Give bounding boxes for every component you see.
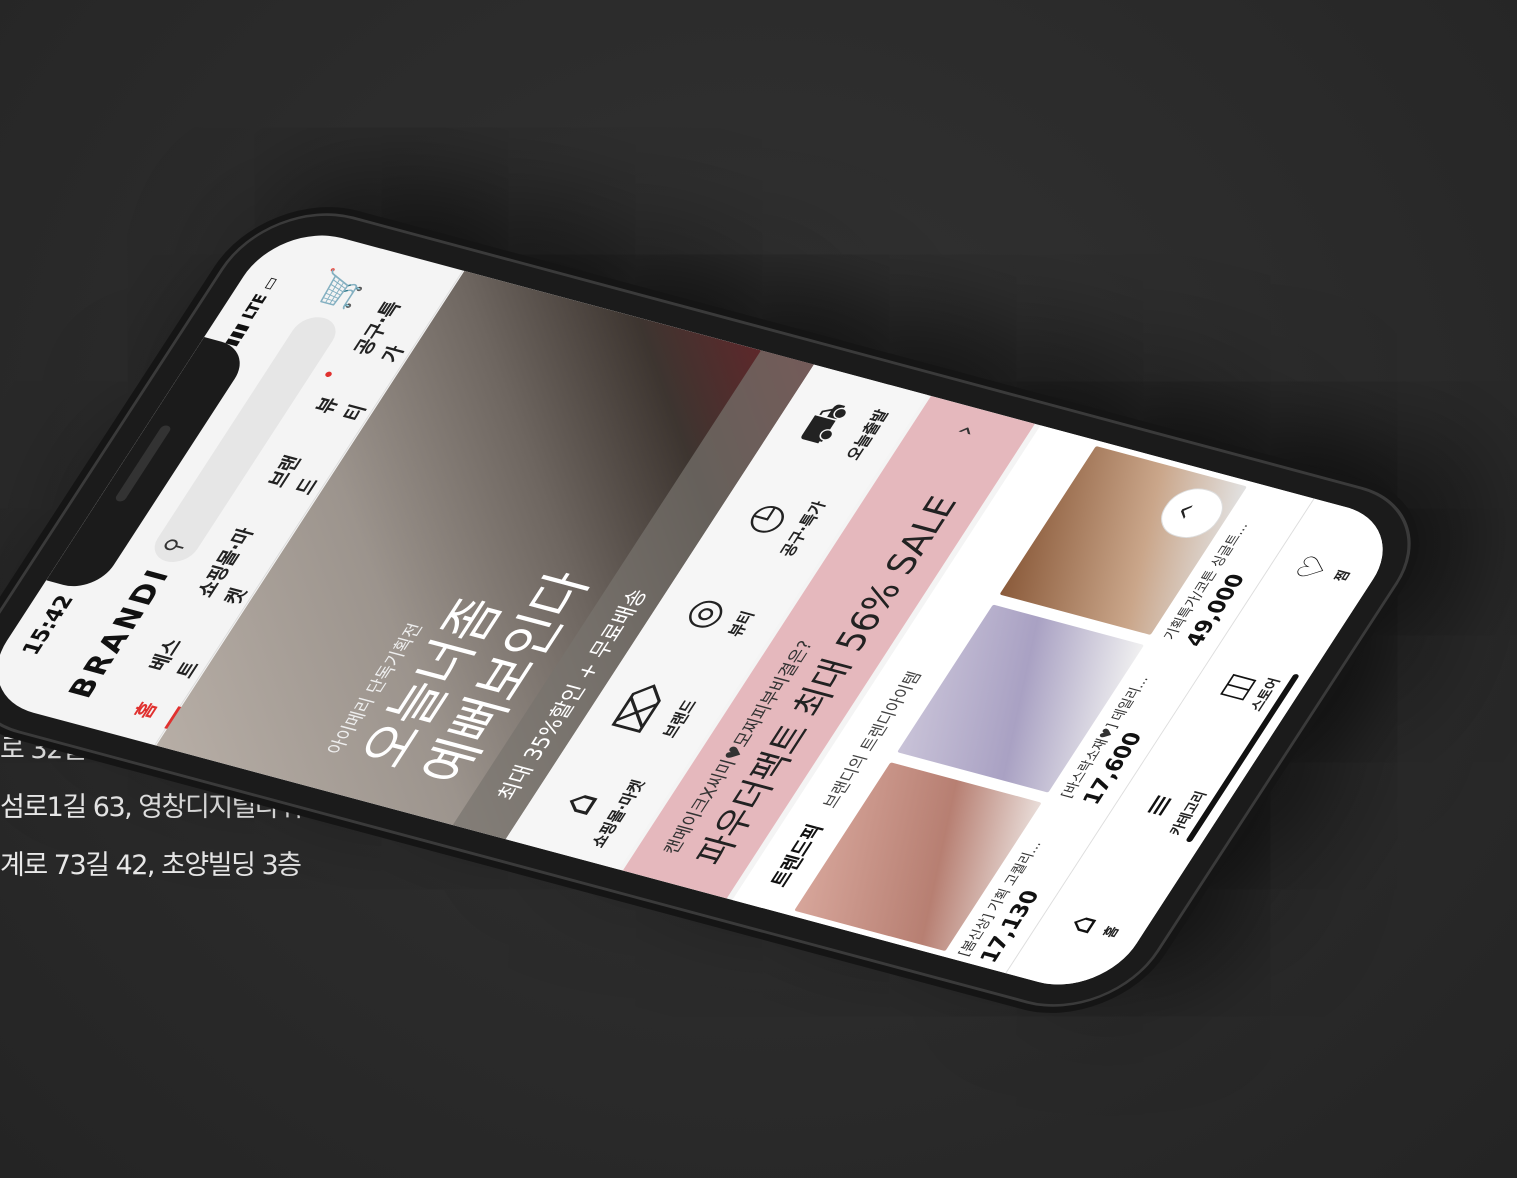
- chevron-up-icon: ^: [1171, 500, 1213, 527]
- search-icon[interactable]: ⚲: [158, 536, 190, 556]
- cart-icon[interactable]: 🛒: [308, 265, 372, 313]
- quick-item-beauty[interactable]: ◎ 뷰티: [654, 566, 778, 669]
- quick-item-deal[interactable]: ◷ 공구·특가: [716, 471, 840, 574]
- nav-item-home[interactable]: 홈: [125, 698, 162, 721]
- nav-item-beauty-label: 뷰티: [310, 394, 372, 424]
- new-dot: [323, 371, 333, 378]
- phone: 15:42 ▮▮▮ LTE ▭ BRANDI ⚲ 🛒 홈 베스트 쇼핑몰·마켓 …: [0, 197, 1442, 1023]
- quick-item-brand[interactable]: ⌦ 브랜드: [593, 661, 717, 764]
- network-label: LTE: [237, 291, 272, 322]
- address-line-3: 계로 73길 42, 초양빌딩 3층: [0, 850, 302, 881]
- chevron-right-icon[interactable]: ›: [946, 421, 983, 439]
- stage: 로 32길 26, 청송빌딩 섬로1길 63, 영창디지털타워 6층 계로 73…: [0, 0, 1517, 1178]
- quick-item-mall[interactable]: ⌂ 쇼핑몰·마켓: [531, 756, 655, 859]
